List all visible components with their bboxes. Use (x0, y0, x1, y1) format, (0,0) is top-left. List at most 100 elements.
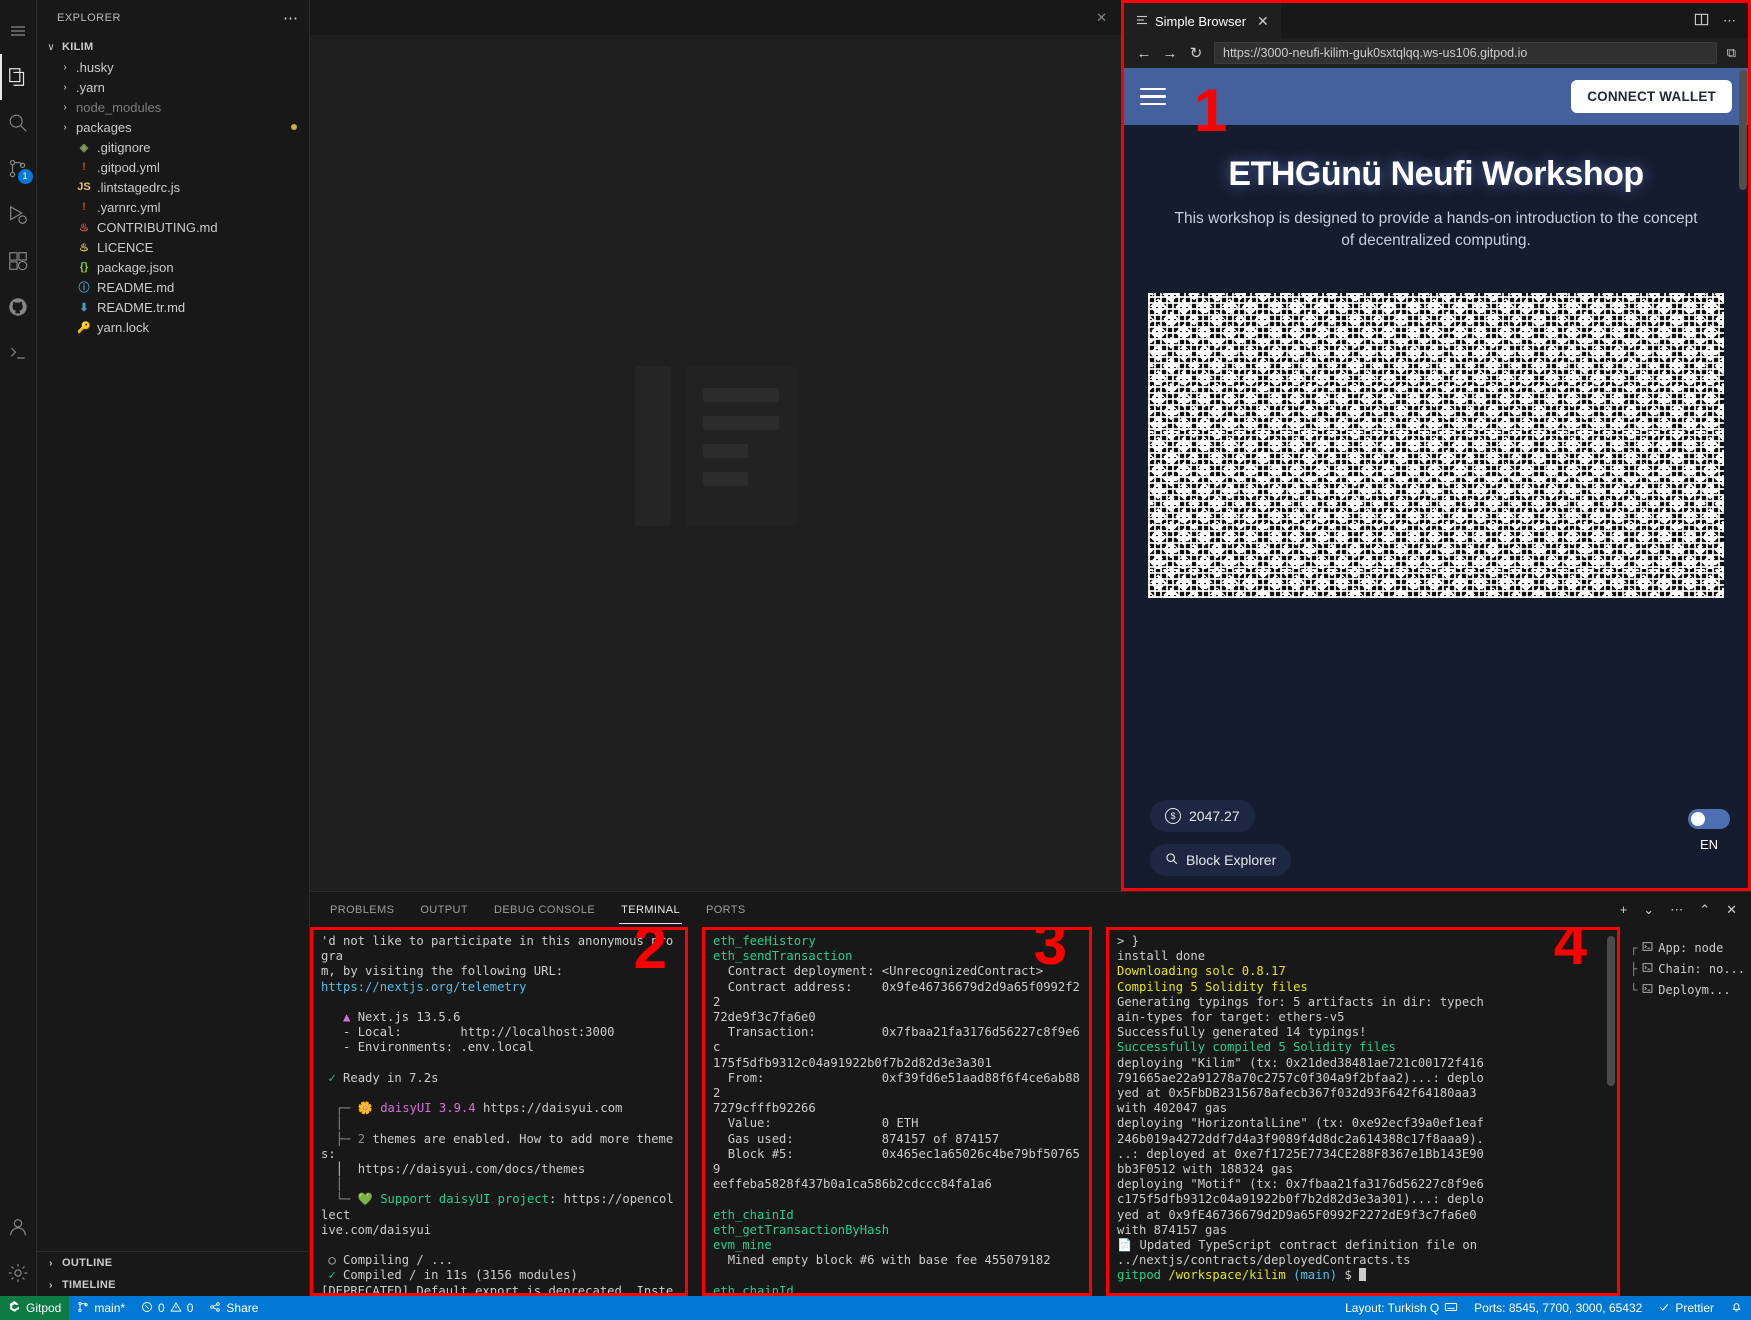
tab-problems[interactable]: PROBLEMS (328, 896, 396, 924)
reload-button[interactable]: ↻ (1188, 44, 1204, 62)
terminal-text: install done (1117, 949, 1206, 964)
terminal-line: Gas used: 874157 of 874157 (713, 1132, 1083, 1147)
hamburger-icon[interactable] (0, 8, 37, 54)
panel-more-icon[interactable]: ⋯ (1670, 902, 1683, 918)
status-bar: Gitpod main* 0 0 Share Layout: Turkish Q… (0, 1296, 1751, 1320)
tree-item-gitpod-yml[interactable]: ! .gitpod.yml (37, 157, 309, 177)
tree-item-readme-md[interactable]: ⓘ README.md (37, 277, 309, 297)
tree-item-yarnrc-yml[interactable]: ! .yarnrc.yml (37, 197, 309, 217)
tab-output[interactable]: OUTPUT (418, 896, 470, 924)
status-prettier[interactable]: Prettier (1650, 1296, 1722, 1320)
status-keyboard-layout[interactable]: Layout: Turkish Q (1337, 1296, 1466, 1320)
status-ports[interactable]: Ports: 8545, 7700, 3000, 65432 (1466, 1296, 1650, 1320)
tab-debug-console[interactable]: DEBUG CONSOLE (492, 896, 597, 924)
tree-root-kilim[interactable]: ∨ KILIM (37, 37, 309, 57)
tab-terminal[interactable]: TERMINAL (619, 896, 682, 924)
tree-item-licence[interactable]: ♨ LICENCE (37, 237, 309, 257)
theme-toggle[interactable] (1688, 809, 1730, 829)
terminal-list-item[interactable]: └ Deploym... (1630, 979, 1745, 1000)
terminal-text: Next.js 13.5.6 (357, 1010, 461, 1025)
close-icon[interactable]: ✕ (1257, 13, 1269, 30)
terminal-text: │ (321, 1116, 344, 1131)
tree-item-gitignore[interactable]: ◈ .gitignore (37, 137, 309, 157)
terminal-1[interactable]: 'd not like to participate in this anony… (310, 927, 688, 1296)
outline-label: OUTLINE (62, 1257, 113, 1269)
status-live-share[interactable]: Share (201, 1296, 266, 1320)
terminal-3[interactable]: > } install done Downloading solc 0.8.17 Co… (1106, 927, 1621, 1296)
chevron-right-icon: › (63, 81, 67, 93)
panel-actions: + ⌄ ⋯ ⌃ ✕ (1620, 902, 1751, 918)
new-terminal-icon[interactable]: + (1620, 902, 1628, 917)
tree-item-package-json[interactable]: {} package.json (37, 257, 309, 277)
tree-item-node-modules[interactable]: › node_modules (37, 97, 309, 117)
terminal-icon (1642, 962, 1653, 976)
more-actions-icon[interactable]: ⋯ (1723, 13, 1736, 29)
terminal-list-item[interactable]: ┌ App: node (1630, 937, 1745, 958)
open-external-icon[interactable]: ⧉ (1727, 45, 1736, 61)
status-notifications[interactable] (1722, 1296, 1751, 1320)
tab-simple-browser[interactable]: Simple Browser ✕ (1124, 3, 1281, 38)
terminal-line: [DEPRECATED] Default export is deprecate… (321, 1284, 679, 1293)
terminal-text: From: 0xf39fd6e51aad88f6f4ce6ab882 (713, 1070, 1080, 1101)
sidebar-more-actions[interactable]: ⋯ (283, 9, 299, 27)
back-button[interactable]: ← (1136, 45, 1152, 62)
tree-item-husky[interactable]: › .husky (37, 57, 309, 77)
remote-explorer-icon[interactable] (0, 330, 37, 376)
terminal-line: 72de9f3c7fa6e0 (713, 1010, 1083, 1025)
terminal-text: Value: 0 ETH (713, 1116, 919, 1131)
status-share-label: Share (226, 1301, 259, 1315)
url-input[interactable]: https://3000-neufi-kilim-guk0sxtqlqq.ws-… (1214, 42, 1717, 64)
status-gitpod[interactable]: Gitpod (0, 1296, 70, 1320)
terminal-text: 72de9f3c7fa6e0 (713, 1010, 816, 1025)
terminal-text: Compiling 5 Solidity files (1117, 979, 1308, 994)
terminal-line: - Local: http://localhost:3000 (321, 1025, 679, 1040)
terminal-text: eth_chainId (713, 1283, 794, 1296)
terminal-scrollbar[interactable] (1607, 936, 1616, 1086)
terminal-line: 175f5dfb9312c04a91922b0f7b2d82d3e3a301 (713, 1056, 1083, 1071)
file-type-icon: ! (82, 161, 86, 173)
source-control-icon[interactable]: 1 (0, 146, 37, 192)
modified-indicator (291, 124, 297, 130)
site-menu-icon[interactable] (1140, 87, 1166, 106)
tree-item-packages[interactable]: › packages (37, 117, 309, 137)
warning-icon (170, 1301, 182, 1316)
tree-item-readme-tr-md[interactable]: ⬇ README.tr.md (37, 297, 309, 317)
forward-button[interactable]: → (1162, 45, 1178, 62)
terminal-line: eth_getTransactionByHash (713, 1223, 1083, 1238)
terminal-list-item[interactable]: ├ Chain: no... (1630, 958, 1745, 979)
search-icon[interactable] (0, 100, 37, 146)
terminal-output: 'd not like to participate in this anony… (321, 934, 679, 1293)
terminal-dropdown-icon[interactable]: ⌄ (1643, 902, 1654, 918)
maximize-panel-icon[interactable]: ⌃ (1699, 902, 1710, 918)
sidebar-item-timeline[interactable]: › TIMELINE (37, 1274, 309, 1296)
terminal-2[interactable]: eth_feeHistory eth_sendTransaction Contra… (702, 927, 1092, 1296)
terminal-text: Transaction: 0x7fbaa21fa3176d56227c8f9e6… (713, 1025, 1080, 1055)
block-explorer-button[interactable]: Block Explorer (1150, 844, 1292, 876)
browser-viewport: CONNECT WALLET ETHGünü Neufi Workshop Th… (1124, 68, 1748, 888)
tab-ports[interactable]: PORTS (704, 896, 748, 924)
tree-item-contributing-md[interactable]: ♨ CONTRIBUTING.md (37, 217, 309, 237)
tree-item-lintstagedrc-js[interactable]: JS .lintstagedrc.js (37, 177, 309, 197)
github-icon[interactable] (0, 284, 37, 330)
terminal-text: Contract address: 0x9fe46736679d2d9a65f0… (713, 979, 1080, 1009)
browser-scrollbar[interactable] (1738, 68, 1748, 888)
gear-icon[interactable] (0, 1250, 37, 1296)
split-editor-icon[interactable] (1694, 12, 1709, 30)
run-debug-icon[interactable] (0, 192, 37, 238)
close-panel-icon[interactable]: ✕ (1726, 902, 1737, 918)
status-problems[interactable]: 0 0 (133, 1296, 201, 1320)
terminal-text: https://nextjs.org/telemetry (321, 979, 527, 994)
tree-item-yarn[interactable]: › .yarn (37, 77, 309, 97)
account-icon[interactable] (0, 1204, 37, 1250)
terminal-line: ../nextjs/contracts/deployedContracts.ts (1117, 1253, 1611, 1268)
tree-item-label: .husky (76, 59, 114, 75)
sidebar-item-outline[interactable]: › OUTLINE (37, 1252, 309, 1274)
tree-item-yarn-lock[interactable]: 🔑 yarn.lock (37, 317, 309, 337)
extensions-icon[interactable] (0, 238, 37, 284)
language-label[interactable]: EN (1688, 837, 1730, 852)
sidebar-item-explorer[interactable] (0, 54, 37, 100)
terminal-text: bb3F0512 with 188324 gas (1117, 1162, 1294, 1177)
status-branch[interactable]: main* (69, 1296, 133, 1320)
connect-wallet-button[interactable]: CONNECT WALLET (1571, 80, 1732, 113)
